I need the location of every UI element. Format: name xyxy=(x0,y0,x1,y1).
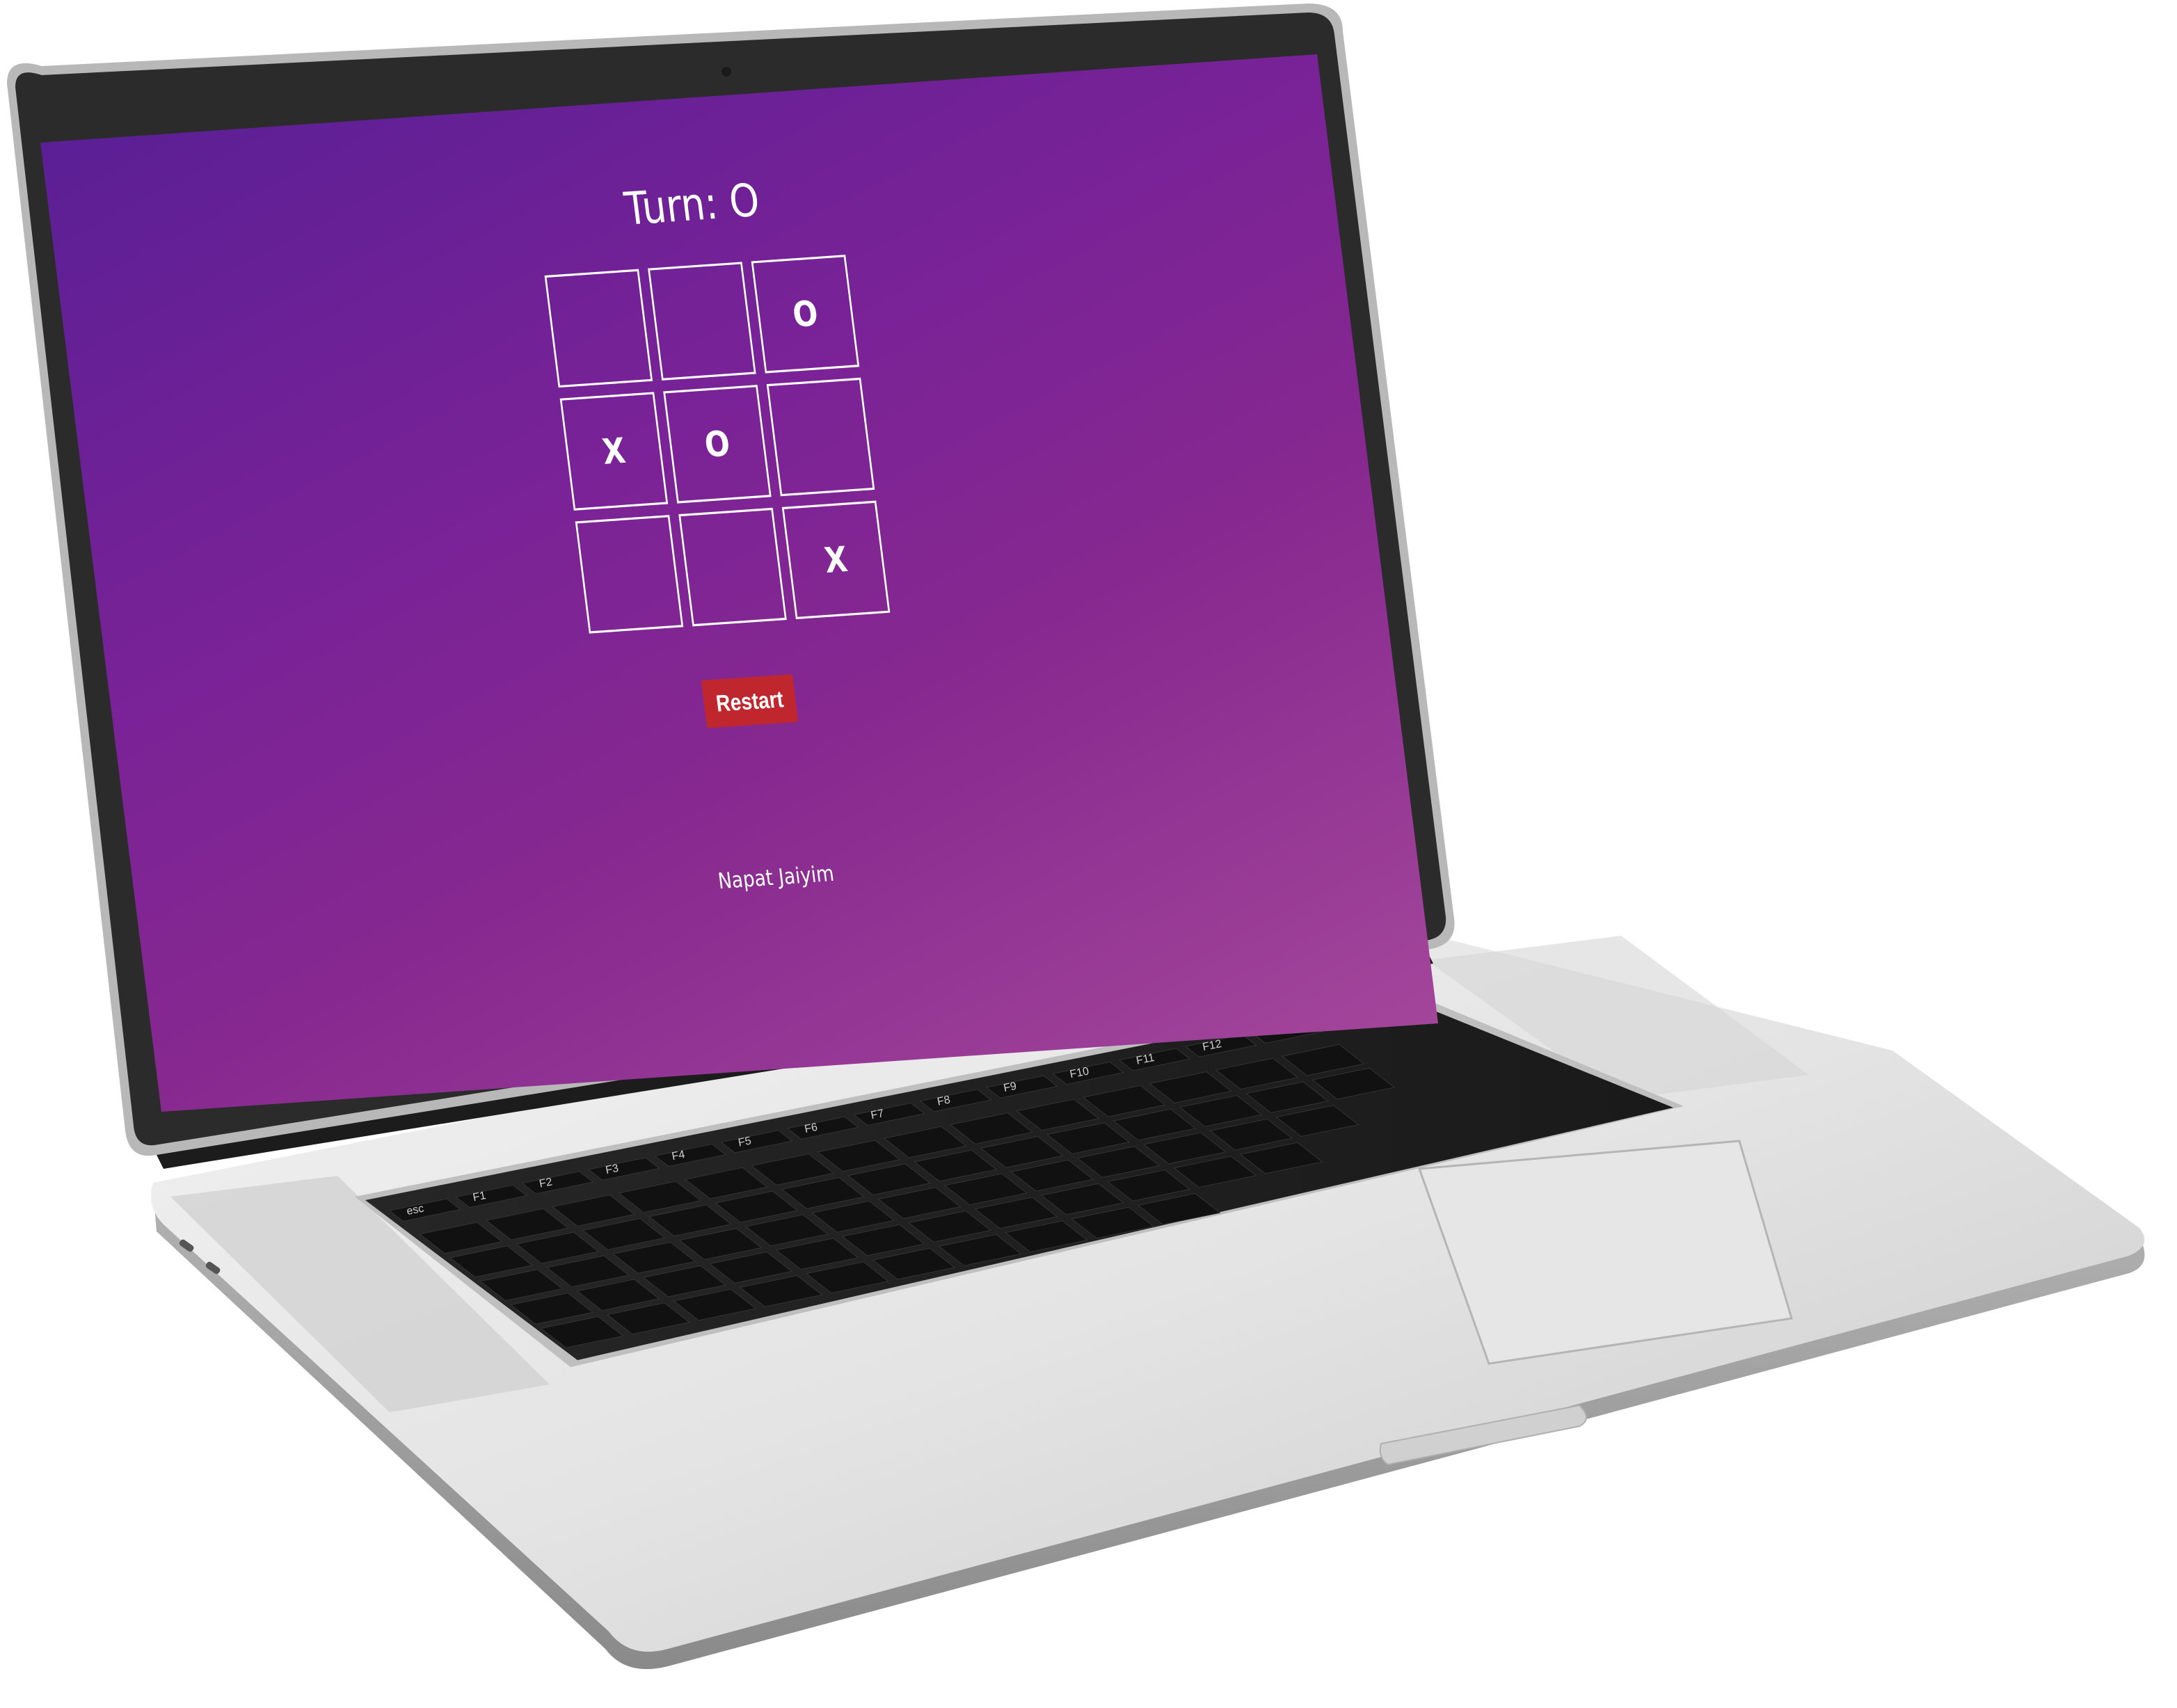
restart-button[interactable]: Restart xyxy=(701,674,799,728)
board-cell[interactable] xyxy=(575,515,684,634)
function-key-label: F1 xyxy=(472,1190,487,1204)
webcam-icon xyxy=(721,67,731,77)
function-key-label: F9 xyxy=(1003,1080,1018,1094)
board-cell[interactable]: X xyxy=(559,392,669,511)
board-cell[interactable] xyxy=(544,269,653,388)
turn-indicator: Turn: O xyxy=(621,173,763,236)
function-key-label: F7 xyxy=(870,1108,885,1122)
function-key-label: F5 xyxy=(737,1135,753,1149)
board-cell[interactable]: X xyxy=(781,500,891,620)
function-key-label: F8 xyxy=(936,1094,952,1108)
board-cell[interactable]: O xyxy=(751,255,860,374)
board-cell[interactable]: O xyxy=(663,385,772,504)
function-key-label: F3 xyxy=(605,1163,620,1176)
board-cell[interactable] xyxy=(678,507,787,627)
app-screen: Turn: O O X O X Restart Napat Jaiyim xyxy=(40,54,1438,1112)
author-credit: Napat Jaiyim xyxy=(716,861,836,895)
board-cell[interactable] xyxy=(648,262,756,381)
board-cell[interactable] xyxy=(766,377,875,497)
function-key-label: F4 xyxy=(671,1149,686,1163)
function-key-label: F2 xyxy=(539,1176,554,1190)
tic-tac-toe-board: O X O X xyxy=(544,255,891,634)
function-key-label: F6 xyxy=(804,1122,819,1135)
